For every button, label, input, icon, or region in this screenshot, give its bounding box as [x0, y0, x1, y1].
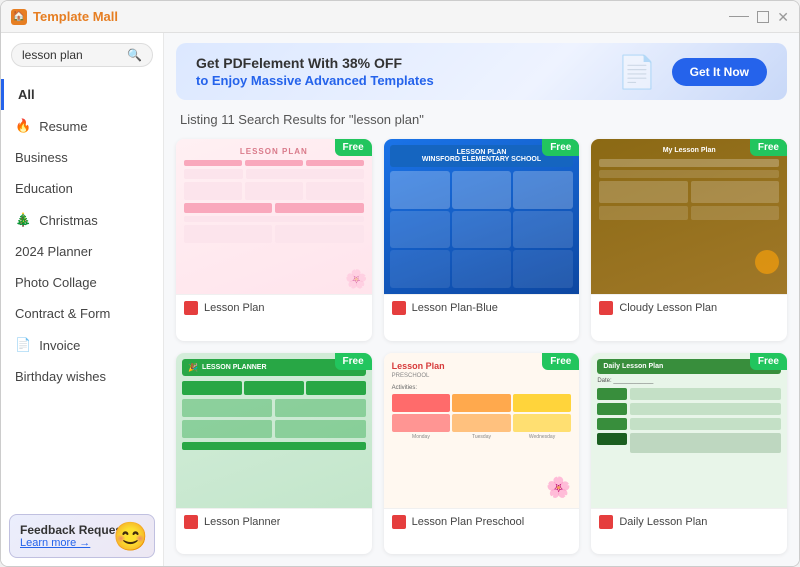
template-name: Daily Lesson Plan — [619, 516, 707, 528]
free-badge: Free — [542, 139, 579, 156]
results-text: Listing 11 Search Results for "lesson pl… — [180, 112, 424, 127]
education-label: Education — [15, 181, 73, 196]
sidebar-item-all[interactable]: All — [1, 79, 163, 110]
resume-label: Resume — [39, 119, 87, 134]
banner-highlight: Advanced Templates — [305, 73, 434, 88]
close-button[interactable]: ✕ — [777, 10, 789, 24]
app-title: Template Mall — [33, 9, 118, 24]
card-thumbnail: Free Daily Lesson Plan Date: ___________… — [591, 353, 787, 508]
pdf-icon — [184, 515, 198, 529]
title-bar: 🏠 Template Mall ✕ — [1, 1, 799, 33]
banner-line2: to Enjoy Massive Advanced Templates — [196, 73, 434, 88]
app-window: 🏠 Template Mall ✕ 🔍 All � — [0, 0, 800, 567]
banner-decoration: 📄 — [607, 43, 667, 100]
birthday-label: Birthday wishes — [15, 369, 106, 384]
business-label: Business — [15, 150, 68, 165]
main-content: 🔍 All 🔥 Resume Business Education — [1, 33, 799, 566]
sidebar-item-resume[interactable]: 🔥 Resume — [1, 110, 163, 142]
template-name: Lesson Plan — [204, 302, 265, 314]
window-controls: ✕ — [729, 10, 789, 24]
title-bar-left: 🏠 Template Mall — [11, 9, 118, 25]
sidebar-item-photo-collage[interactable]: Photo Collage — [1, 267, 163, 298]
app-icon: 🏠 — [11, 9, 27, 25]
pdf-icon — [184, 301, 198, 315]
christmas-label: Christmas — [39, 213, 98, 228]
banner-text: Get PDFelement With 38% OFF to Enjoy Mas… — [196, 55, 434, 88]
card-thumbnail: Free My Lesson Plan — [591, 139, 787, 294]
card-thumbnail: Free LESSON PLAN 🌸 — [176, 139, 372, 294]
template-card[interactable]: Free My Lesson Plan — [591, 139, 787, 341]
search-input[interactable] — [22, 48, 121, 62]
invoice-label: Invoice — [39, 338, 80, 353]
all-label: All — [18, 87, 35, 102]
card-thumbnail: Free LESSON PLANWINSFORD ELEMENTARY SCHO… — [384, 139, 580, 294]
planner-label: 2024 Planner — [15, 244, 92, 259]
template-card[interactable]: Free LESSON PLAN 🌸 — [176, 139, 372, 341]
free-badge: Free — [750, 139, 787, 156]
search-bar: 🔍 — [1, 33, 163, 75]
card-thumbnail: Free Lesson Plan PRESCHOOL Activities: — [384, 353, 580, 508]
minimize-button[interactable] — [729, 16, 749, 17]
pdf-icon — [392, 301, 406, 315]
pdf-icon — [599, 515, 613, 529]
card-footer: Cloudy Lesson Plan — [591, 294, 787, 321]
template-name: Lesson Plan Preschool — [412, 516, 525, 528]
sidebar-item-christmas[interactable]: 🎄 Christmas — [1, 204, 163, 236]
sidebar-item-contract[interactable]: Contract & Form — [1, 298, 163, 329]
promo-banner: Get PDFelement With 38% OFF to Enjoy Mas… — [176, 43, 787, 100]
free-badge: Free — [542, 353, 579, 370]
feedback-emoji: 😊 — [113, 520, 148, 553]
template-card[interactable]: Free LESSON PLANWINSFORD ELEMENTARY SCHO… — [384, 139, 580, 341]
photo-collage-label: Photo Collage — [15, 275, 97, 290]
card-footer: Lesson Plan-Blue — [384, 294, 580, 321]
resume-icon: 🔥 — [15, 118, 31, 134]
contract-label: Contract & Form — [15, 306, 110, 321]
sidebar-item-birthday[interactable]: Birthday wishes — [1, 361, 163, 392]
banner-prefix: to Enjoy Massive — [196, 73, 305, 88]
get-it-now-button[interactable]: Get It Now — [672, 58, 767, 86]
pdf-icon — [392, 515, 406, 529]
template-card[interactable]: Free Lesson Plan PRESCHOOL Activities: — [384, 353, 580, 555]
search-icon: 🔍 — [127, 48, 142, 62]
template-grid: Free LESSON PLAN 🌸 — [164, 135, 799, 566]
banner-line1: Get PDFelement With 38% OFF — [196, 55, 434, 71]
card-footer: Lesson Planner — [176, 508, 372, 535]
free-badge: Free — [750, 353, 787, 370]
maximize-button[interactable] — [757, 11, 769, 23]
invoice-icon: 📄 — [15, 337, 31, 353]
sidebar-item-planner[interactable]: 2024 Planner — [1, 236, 163, 267]
search-input-wrap[interactable]: 🔍 — [11, 43, 153, 67]
results-header: Listing 11 Search Results for "lesson pl… — [164, 108, 799, 135]
pdf-icon — [599, 301, 613, 315]
free-badge: Free — [335, 353, 372, 370]
sidebar-item-education[interactable]: Education — [1, 173, 163, 204]
free-badge: Free — [335, 139, 372, 156]
sidebar-item-business[interactable]: Business — [1, 142, 163, 173]
template-name: Lesson Planner — [204, 516, 280, 528]
card-footer: Lesson Plan Preschool — [384, 508, 580, 535]
christmas-icon: 🎄 — [15, 212, 31, 228]
sidebar: 🔍 All 🔥 Resume Business Education — [1, 33, 164, 566]
feedback-box[interactable]: Feedback Request Learn more → 😊 — [9, 514, 155, 558]
main-panel: Get PDFelement With 38% OFF to Enjoy Mas… — [164, 33, 799, 566]
card-footer: Daily Lesson Plan — [591, 508, 787, 535]
card-thumbnail: Free 🎉 LESSON PLANNER — [176, 353, 372, 508]
sidebar-item-invoice[interactable]: 📄 Invoice — [1, 329, 163, 361]
sidebar-nav: All 🔥 Resume Business Education 🎄 Christ… — [1, 75, 163, 506]
template-name: Lesson Plan-Blue — [412, 302, 498, 314]
template-card[interactable]: Free Daily Lesson Plan Date: ___________… — [591, 353, 787, 555]
template-name: Cloudy Lesson Plan — [619, 302, 717, 314]
template-card[interactable]: Free 🎉 LESSON PLANNER — [176, 353, 372, 555]
card-footer: Lesson Plan — [176, 294, 372, 321]
